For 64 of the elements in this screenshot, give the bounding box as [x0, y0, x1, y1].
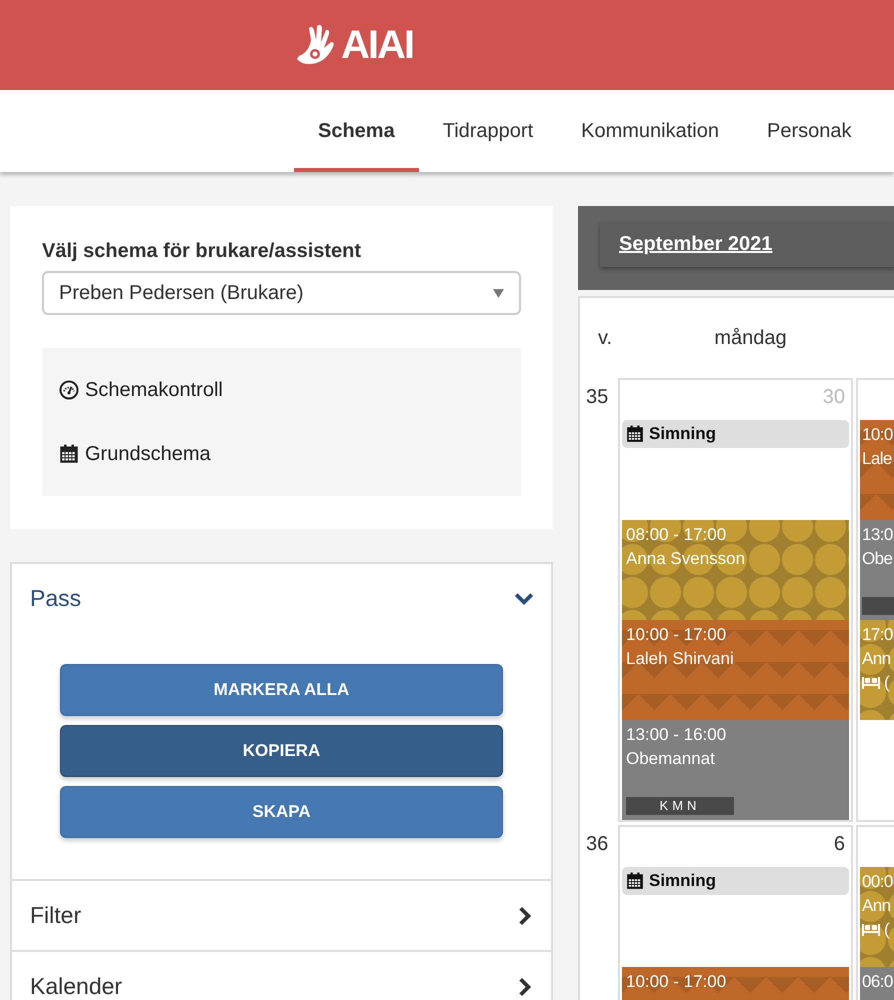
shift-time: 10:00 - 17:00 — [626, 971, 726, 993]
day-cell[interactable]: 10:0 Lale 13:0 Obe 17:0 Ann ( — [856, 378, 894, 822]
shift-time: 13:0 — [862, 524, 893, 546]
shift-person: Ann — [862, 895, 890, 917]
gauge-icon — [59, 380, 79, 400]
accordion-header[interactable]: Filter — [12, 881, 551, 950]
shift-time: 17:0 — [862, 624, 893, 646]
month-button[interactable]: September 2021 — [600, 222, 894, 267]
shift-person: Laleh Shirvani — [626, 648, 734, 670]
shift-person: Obemannat — [626, 748, 715, 770]
action-button[interactable]: SKAPA — [60, 786, 503, 838]
action-button[interactable]: MARKERA ALLA — [60, 664, 503, 716]
nav-tab[interactable]: Schema — [294, 90, 419, 172]
day-cell[interactable]: 30 Simning 08:00 - 17:00 Anna Svensson 10:00 - 17:00 Laleh Shirvani 13:00 - 16:00 Obemannat KMN — [618, 378, 853, 822]
menu-link[interactable]: Grundschema — [59, 422, 211, 486]
event-title: Simning — [649, 871, 716, 891]
week-column-header: v. — [597, 326, 614, 350]
shift-block[interactable]: 13:00 - 16:00 Obemannat KMN — [622, 720, 849, 820]
shift-block[interactable]: 06:0 — [860, 967, 894, 1000]
day-cell[interactable]: 6 Simning 10:00 - 17:00 — [618, 825, 853, 1000]
action-button[interactable]: KOPIERA — [60, 725, 503, 777]
day-number: 6 — [834, 833, 845, 855]
menu-link[interactable]: Schemakontroll — [59, 358, 223, 422]
shift-person: Lale — [862, 448, 892, 470]
shift-person: Ann — [862, 648, 890, 670]
week-number: 36 — [585, 832, 610, 857]
calendar-icon — [626, 425, 644, 443]
shift-note: ( — [884, 672, 890, 694]
event-title: Simning — [649, 424, 716, 444]
shift-block[interactable]: 10:0 Lale — [860, 420, 894, 520]
shift-tag: KMN — [626, 797, 734, 815]
shift-person: Obe — [862, 548, 892, 570]
accordion-header[interactable]: Kalender — [12, 952, 551, 1000]
schedule-dropdown[interactable]: Preben Pedersen (Brukare) — [42, 271, 521, 315]
day-cell[interactable]: 00:0 Ann ( 06:0 — [856, 825, 894, 1000]
calendar-icon — [626, 872, 644, 890]
calendar-icon — [59, 444, 79, 464]
bed-icon — [862, 923, 880, 937]
shift-time: 08:00 - 17:00 — [626, 524, 726, 546]
shift-person: Anna Svensson — [626, 548, 746, 570]
field-label: Välj schema för brukare/assistent — [42, 240, 362, 263]
shift-block[interactable]: 10:00 - 17:00 — [622, 967, 849, 1000]
shift-note: ( — [884, 919, 890, 941]
shift-block[interactable]: 00:0 Ann ( — [860, 867, 894, 967]
nav-tab[interactable]: Kommunikation — [557, 90, 743, 172]
bed-icon — [862, 676, 880, 690]
shift-time: 06:0 — [862, 971, 893, 993]
shift-time: 10:00 - 17:00 — [626, 624, 726, 646]
day-number: 30 — [822, 386, 845, 408]
week-number: 35 — [585, 385, 610, 410]
shift-block[interactable]: 13:0 Obe — [860, 520, 894, 620]
shift-block[interactable]: 10:00 - 17:00 Laleh Shirvani — [622, 620, 849, 720]
day-header: måndag — [713, 326, 788, 350]
event-chip[interactable]: Simning — [622, 420, 849, 448]
logo[interactable]: AIAI — [295, 22, 413, 68]
nav-tab[interactable]: Tidrapport — [418, 90, 558, 172]
dropdown-icon — [493, 288, 504, 298]
nav-tab[interactable]: Personak — [742, 90, 876, 172]
shift-block[interactable]: 17:0 Ann ( — [860, 620, 894, 720]
accordion-header[interactable]: Pass — [12, 564, 551, 633]
shift-time: 13:00 - 16:00 — [626, 724, 726, 746]
event-chip[interactable]: Simning — [622, 867, 849, 895]
shift-time: 00:0 — [862, 871, 893, 893]
shift-time: 10:0 — [862, 424, 893, 446]
